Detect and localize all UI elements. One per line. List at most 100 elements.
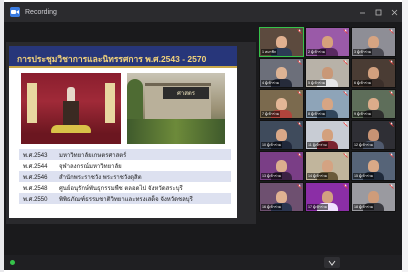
participant-name: 1 สมาชิก xyxy=(261,49,278,55)
maximize-button[interactable] xyxy=(370,2,386,22)
close-icon xyxy=(391,9,397,15)
participant-face xyxy=(368,67,379,79)
participant-name: 9 ผู้เข้าร่วม xyxy=(353,111,373,117)
participant-name: 12 ผู้เข้าร่วม xyxy=(353,142,375,148)
mic-muted-icon xyxy=(389,60,394,65)
participant-face xyxy=(276,36,287,48)
mic-muted-icon xyxy=(343,184,348,189)
participant-face xyxy=(368,191,379,203)
participant-name: 3 ผู้เข้าร่วม xyxy=(353,49,373,55)
participant-tile[interactable]: 3 ผู้เข้าร่วม xyxy=(351,27,396,57)
connection-status-icon xyxy=(10,260,15,265)
mic-muted-icon xyxy=(389,91,394,96)
year-row: พ.ศ.2544 จุฬาลงกรณ์มหาวิทยาลัย xyxy=(19,160,231,171)
venue-label: สำนักพระราชวัง พระราชวังดุสิต xyxy=(59,174,142,181)
video-camera-icon xyxy=(10,7,20,17)
minimize-button[interactable] xyxy=(354,2,370,22)
participant-name: 11 ผู้เข้าร่วม xyxy=(307,142,328,148)
year-row: พ.ศ.2550 พิพิธภัณฑ์ธรรมชาติวิทยาและทรงเส… xyxy=(19,193,231,204)
participant-tile[interactable]: 15 ผู้เข้าร่วม xyxy=(351,151,396,181)
mic-muted-icon xyxy=(343,60,348,65)
participant-name: 16 ผู้เข้าร่วม xyxy=(261,204,283,210)
year-row: พ.ศ.2548 ศูนย์อนุรักษ์พันธุกรรมพืช ตลอดไ… xyxy=(19,182,231,193)
close-button[interactable] xyxy=(386,2,402,22)
mic-muted-icon xyxy=(297,122,302,127)
year-label: พ.ศ.2546 xyxy=(23,174,48,181)
presentation-slide: การประชุมวิชาการและนิทรรศการ พ.ศ.2543 - … xyxy=(9,46,237,218)
meeting-toolbar xyxy=(4,255,402,270)
participant-tile[interactable]: 13 ผู้เข้าร่วม xyxy=(259,151,304,181)
participant-face xyxy=(322,191,333,203)
participant-face xyxy=(276,98,287,110)
participant-name: 10 ผู้เข้าร่วม xyxy=(261,142,283,148)
building-sign: ศาสตร xyxy=(163,87,209,99)
participant-name: 6 ผู้เข้าร่วม xyxy=(353,80,373,86)
slide-header-stripe xyxy=(9,66,237,68)
maximize-icon xyxy=(375,9,381,15)
participant-face xyxy=(368,129,379,141)
gallery-page-button[interactable] xyxy=(324,257,340,268)
participant-tile[interactable]: 5 ผู้เข้าร่วม xyxy=(305,58,350,88)
participant-name: 14 ผู้เข้าร่วม xyxy=(307,173,329,179)
participant-tile[interactable]: 12 ผู้เข้าร่วม xyxy=(351,120,396,150)
participant-name: 15 ผู้เข้าร่วม xyxy=(353,173,375,179)
year-label: พ.ศ.2548 xyxy=(23,185,48,192)
mic-muted-icon xyxy=(389,29,394,34)
participant-tile[interactable]: 18 ผู้เข้าร่วม xyxy=(351,182,396,212)
mic-muted-icon xyxy=(297,91,302,96)
venue-label: พิพิธภัณฑ์ธรรมชาติวิทยาและทรงเสด็จ จังหว… xyxy=(59,196,193,203)
participant-tile[interactable]: 7 ผู้เข้าร่วม xyxy=(259,89,304,119)
mic-muted-icon xyxy=(343,29,348,34)
exhibition-building-photo: ศาสตร xyxy=(127,73,225,144)
participant-face xyxy=(276,129,287,141)
participant-name: 17 ผู้เข้าร่วม xyxy=(307,204,329,210)
participant-face xyxy=(368,160,379,172)
venue-label: ศูนย์อนุรักษ์พันธุกรรมพืช ตลอดไป จังหวัด… xyxy=(59,185,183,192)
year-row: พ.ศ.2546 สำนักพระราชวัง พระราชวังดุสิต xyxy=(19,171,231,182)
year-list: พ.ศ.2543 มหาวิทยาลัยเกษตรศาสตร์ พ.ศ.2544… xyxy=(19,149,231,204)
window-controls xyxy=(354,2,402,22)
participant-name: 4 ผู้เข้าร่วม xyxy=(261,80,281,86)
participant-tile[interactable]: 14 ผู้เข้าร่วม xyxy=(305,151,350,181)
window-title: Recording xyxy=(25,8,57,16)
mic-muted-icon xyxy=(343,122,348,127)
ceremony-photo xyxy=(21,73,121,144)
participant-face xyxy=(276,191,287,203)
participant-face xyxy=(322,98,333,110)
title-bar[interactable]: Recording xyxy=(4,2,402,22)
screen-share-area[interactable]: การประชุมวิชาการและนิทรรศการ พ.ศ.2543 - … xyxy=(6,42,256,224)
participant-face xyxy=(368,98,379,110)
participant-tile[interactable]: 8 ผู้เข้าร่วม xyxy=(305,89,350,119)
year-label: พ.ศ.2550 xyxy=(23,196,48,203)
participant-face xyxy=(368,36,379,48)
participant-name: 8 ผู้เข้าร่วม xyxy=(307,111,327,117)
venue-label: จุฬาลงกรณ์มหาวิทยาลัย xyxy=(59,163,122,170)
year-row: พ.ศ.2543 มหาวิทยาลัยเกษตรศาสตร์ xyxy=(19,149,231,160)
participant-tile[interactable]: 16 ผู้เข้าร่วม xyxy=(259,182,304,212)
venue-label: มหาวิทยาลัยเกษตรศาสตร์ xyxy=(59,152,127,159)
participant-name: 7 ผู้เข้าร่วม xyxy=(261,111,281,117)
mic-muted-icon xyxy=(389,153,394,158)
participant-face xyxy=(322,67,333,79)
mic-muted-icon xyxy=(297,29,302,34)
mic-muted-icon xyxy=(389,122,394,127)
mic-muted-icon xyxy=(297,184,302,189)
participant-tile[interactable]: 2 ผู้เข้าร่วม xyxy=(305,27,350,57)
participant-tile[interactable]: 1 สมาชิก xyxy=(259,27,304,57)
participant-tile[interactable]: 4 ผู้เข้าร่วม xyxy=(259,58,304,88)
participant-gallery: 1 สมาชิก 2 ผู้เข้าร่วม 3 ผู้เข้าร่วม 4 ผู้เ… xyxy=(259,27,396,247)
participant-tile[interactable]: 6 ผู้เข้าร่วม xyxy=(351,58,396,88)
year-label: พ.ศ.2544 xyxy=(23,163,48,170)
mic-muted-icon xyxy=(343,153,348,158)
year-label: พ.ศ.2543 xyxy=(23,152,48,159)
participant-name: 5 ผู้เข้าร่วม xyxy=(307,80,327,86)
participant-name: 13 ผู้เข้าร่วม xyxy=(261,173,283,179)
slide-title: การประชุมวิชาการและนิทรรศการ พ.ศ.2543 - … xyxy=(17,54,207,64)
participant-tile[interactable]: 11 ผู้เข้าร่วม xyxy=(305,120,350,150)
participant-name: 2 ผู้เข้าร่วม xyxy=(307,49,327,55)
mic-muted-icon xyxy=(297,60,302,65)
participant-face xyxy=(276,160,287,172)
participant-tile[interactable]: 17 ผู้เข้าร่วม xyxy=(305,182,350,212)
participant-tile[interactable]: 9 ผู้เข้าร่วม xyxy=(351,89,396,119)
participant-tile[interactable]: 10 ผู้เข้าร่วม xyxy=(259,120,304,150)
